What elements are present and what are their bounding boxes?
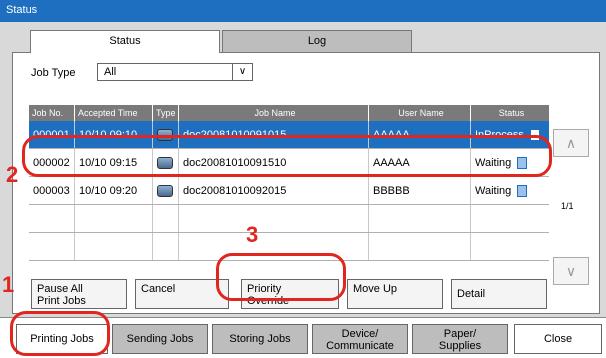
header-type: Type xyxy=(153,105,179,121)
window-title-bar: Status xyxy=(0,0,606,22)
table-row[interactable]: 000003 10/10 09:20 doc20081010092015 BBB… xyxy=(29,177,549,205)
callout-ring-job-row xyxy=(22,135,552,177)
tab-paper-supplies[interactable]: Paper/ Supplies xyxy=(412,324,508,354)
job-type-select[interactable]: All ∨ xyxy=(97,63,253,81)
cell-time: 10/10 09:20 xyxy=(75,177,153,204)
detail-button[interactable]: Detail xyxy=(451,279,547,309)
scroll-up-button[interactable]: ∧ xyxy=(553,129,589,157)
tab-log[interactable]: Log xyxy=(222,30,412,52)
header-job-name: Job Name xyxy=(179,105,369,121)
tab-device-communicate[interactable]: Device/ Communicate xyxy=(312,324,408,354)
cell-user: BBBBB xyxy=(369,177,471,204)
cell-type xyxy=(153,177,179,204)
callout-ring-priority xyxy=(216,253,346,301)
callout-ring-printing-tab xyxy=(10,311,110,356)
callout-number-2: 2 xyxy=(6,162,19,187)
tab-storing-jobs[interactable]: Storing Jobs xyxy=(212,324,308,354)
page-indicator: 1/1 xyxy=(561,201,574,211)
table-header: Job No. Accepted Time Type Job Name User… xyxy=(29,105,549,121)
window-title: Status xyxy=(6,4,38,16)
close-button[interactable]: Close xyxy=(514,324,602,354)
cell-job-no: 000003 xyxy=(29,177,75,204)
header-status: Status xyxy=(498,108,525,118)
chevron-down-icon: ∨ xyxy=(565,263,577,279)
callout-number-3: 3 xyxy=(246,222,259,247)
header-accepted-time: Accepted Time xyxy=(75,105,153,121)
job-table: Job No. Accepted Time Type Job Name User… xyxy=(29,105,549,261)
header-user-name: User Name xyxy=(369,105,471,121)
scroll-down-button[interactable]: ∨ xyxy=(553,257,589,285)
chevron-down-icon: ∨ xyxy=(232,64,252,80)
tab-sending-jobs[interactable]: Sending Jobs xyxy=(112,324,208,354)
status-text: Waiting xyxy=(475,185,512,197)
pause-all-print-jobs-button[interactable]: Pause All Print Jobs xyxy=(31,279,127,309)
cancel-button[interactable]: Cancel xyxy=(135,279,229,309)
tab-status[interactable]: Status xyxy=(30,30,220,53)
cell-job-name: doc20081010092015 xyxy=(179,177,369,204)
cell-status: Waiting xyxy=(471,177,549,204)
print-job-icon xyxy=(157,185,173,197)
status-icon xyxy=(517,185,528,198)
move-up-button[interactable]: Move Up xyxy=(347,279,443,309)
chevron-up-icon: ∧ xyxy=(565,135,577,151)
job-type-value: All xyxy=(104,66,117,78)
header-job-no: Job No. xyxy=(29,105,75,121)
job-type-label: Job Type xyxy=(31,67,76,79)
callout-number-1: 1 xyxy=(2,272,15,297)
table-row-empty xyxy=(29,205,549,233)
